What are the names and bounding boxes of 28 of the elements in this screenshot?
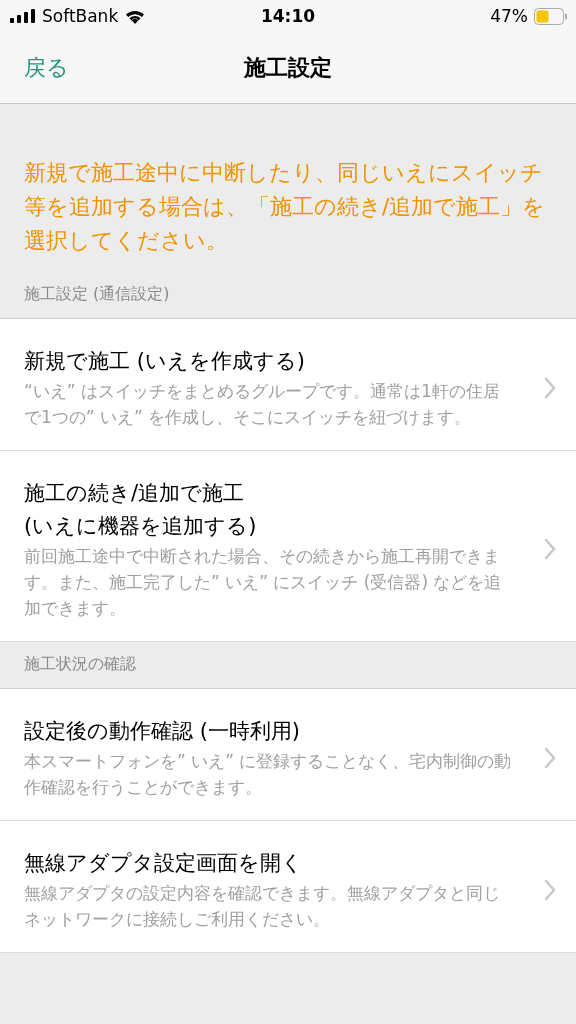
chevron-icon (544, 376, 556, 399)
notice-text: 新規で施工途中に中断したり、同じいえにスイッチ等を追加する場合は、「施工の続き/追加で施工」を選択してください。 (24, 159, 547, 255)
carrier-name: SoftBank (42, 6, 119, 26)
row-title: 新規で施工 (いえを作成する) (24, 348, 307, 375)
chevron-icon (544, 538, 556, 560)
back-link[interactable]: 戻る (24, 52, 69, 83)
section-header: 施工状況の確認 (24, 654, 136, 673)
chevron-icon (544, 878, 556, 901)
battery-icon (534, 7, 568, 25)
row-description: 本スマートフォンを” いえ” に登録することなく、宅内制御の動作確認を行うことができます。 (24, 750, 513, 799)
screen-title: 施工設定 (244, 53, 332, 82)
row-title: (いえに機器を追加する) (24, 513, 258, 540)
menu-row[interactable]: 施工の続き/追加で施工 (いえに機器を追加する) 前回施工途中で中断された場合、その続きから施工再開できます。また、施工完了した” いえ” にスイッチ (受信器) などを追加できます。 (0, 451, 576, 642)
wifi-icon (124, 8, 147, 24)
signal-icon (10, 9, 36, 23)
row-description: 無線アダプタの設定内容を確認できます。無線アダプタと同じネットワークに接続しご利用ください。 (24, 882, 501, 931)
chevron-icon (544, 746, 556, 769)
row-description: “いえ” はスイッチをまとめるグループです。通常は1軒の住居で1つの” いえ” を作成し、そこにスイッチを紐づけます。 (24, 380, 501, 429)
menu-row[interactable]: 無線アダプタ設定画面を開く 無線アダプタの設定内容を確認できます。無線アダプタと同じネットワークに接続しご利用ください。 (0, 821, 576, 953)
row-title: 施工の続き/追加で施工 (24, 480, 246, 507)
menu-row[interactable]: 新規で施工 (いえを作成する) “いえ” はスイッチをまとめるグループです。通常は1軒の住居で1つの” いえ” を作成し、そこにスイッチを紐づけます。 (0, 319, 576, 451)
battery-percent: 47% (490, 6, 528, 26)
row-title: 設定後の動作確認 (一時利用) (24, 718, 302, 745)
section-header: 施工設定 (通信設定) (24, 284, 170, 303)
menu-row[interactable]: 設定後の動作確認 (一時利用) 本スマートフォンを” いえ” に登録することなく、宅内制御の動作確認を行うことができます。 (0, 689, 576, 821)
row-title: 無線アダプタ設定画面を開く (24, 850, 304, 877)
status-time: 14:10 (260, 6, 316, 26)
row-description: 前回施工途中で中断された場合、その続きから施工再開できます。また、施工完了した” いえ” にスイッチ (受信器) などを追加できます。 (24, 545, 503, 620)
